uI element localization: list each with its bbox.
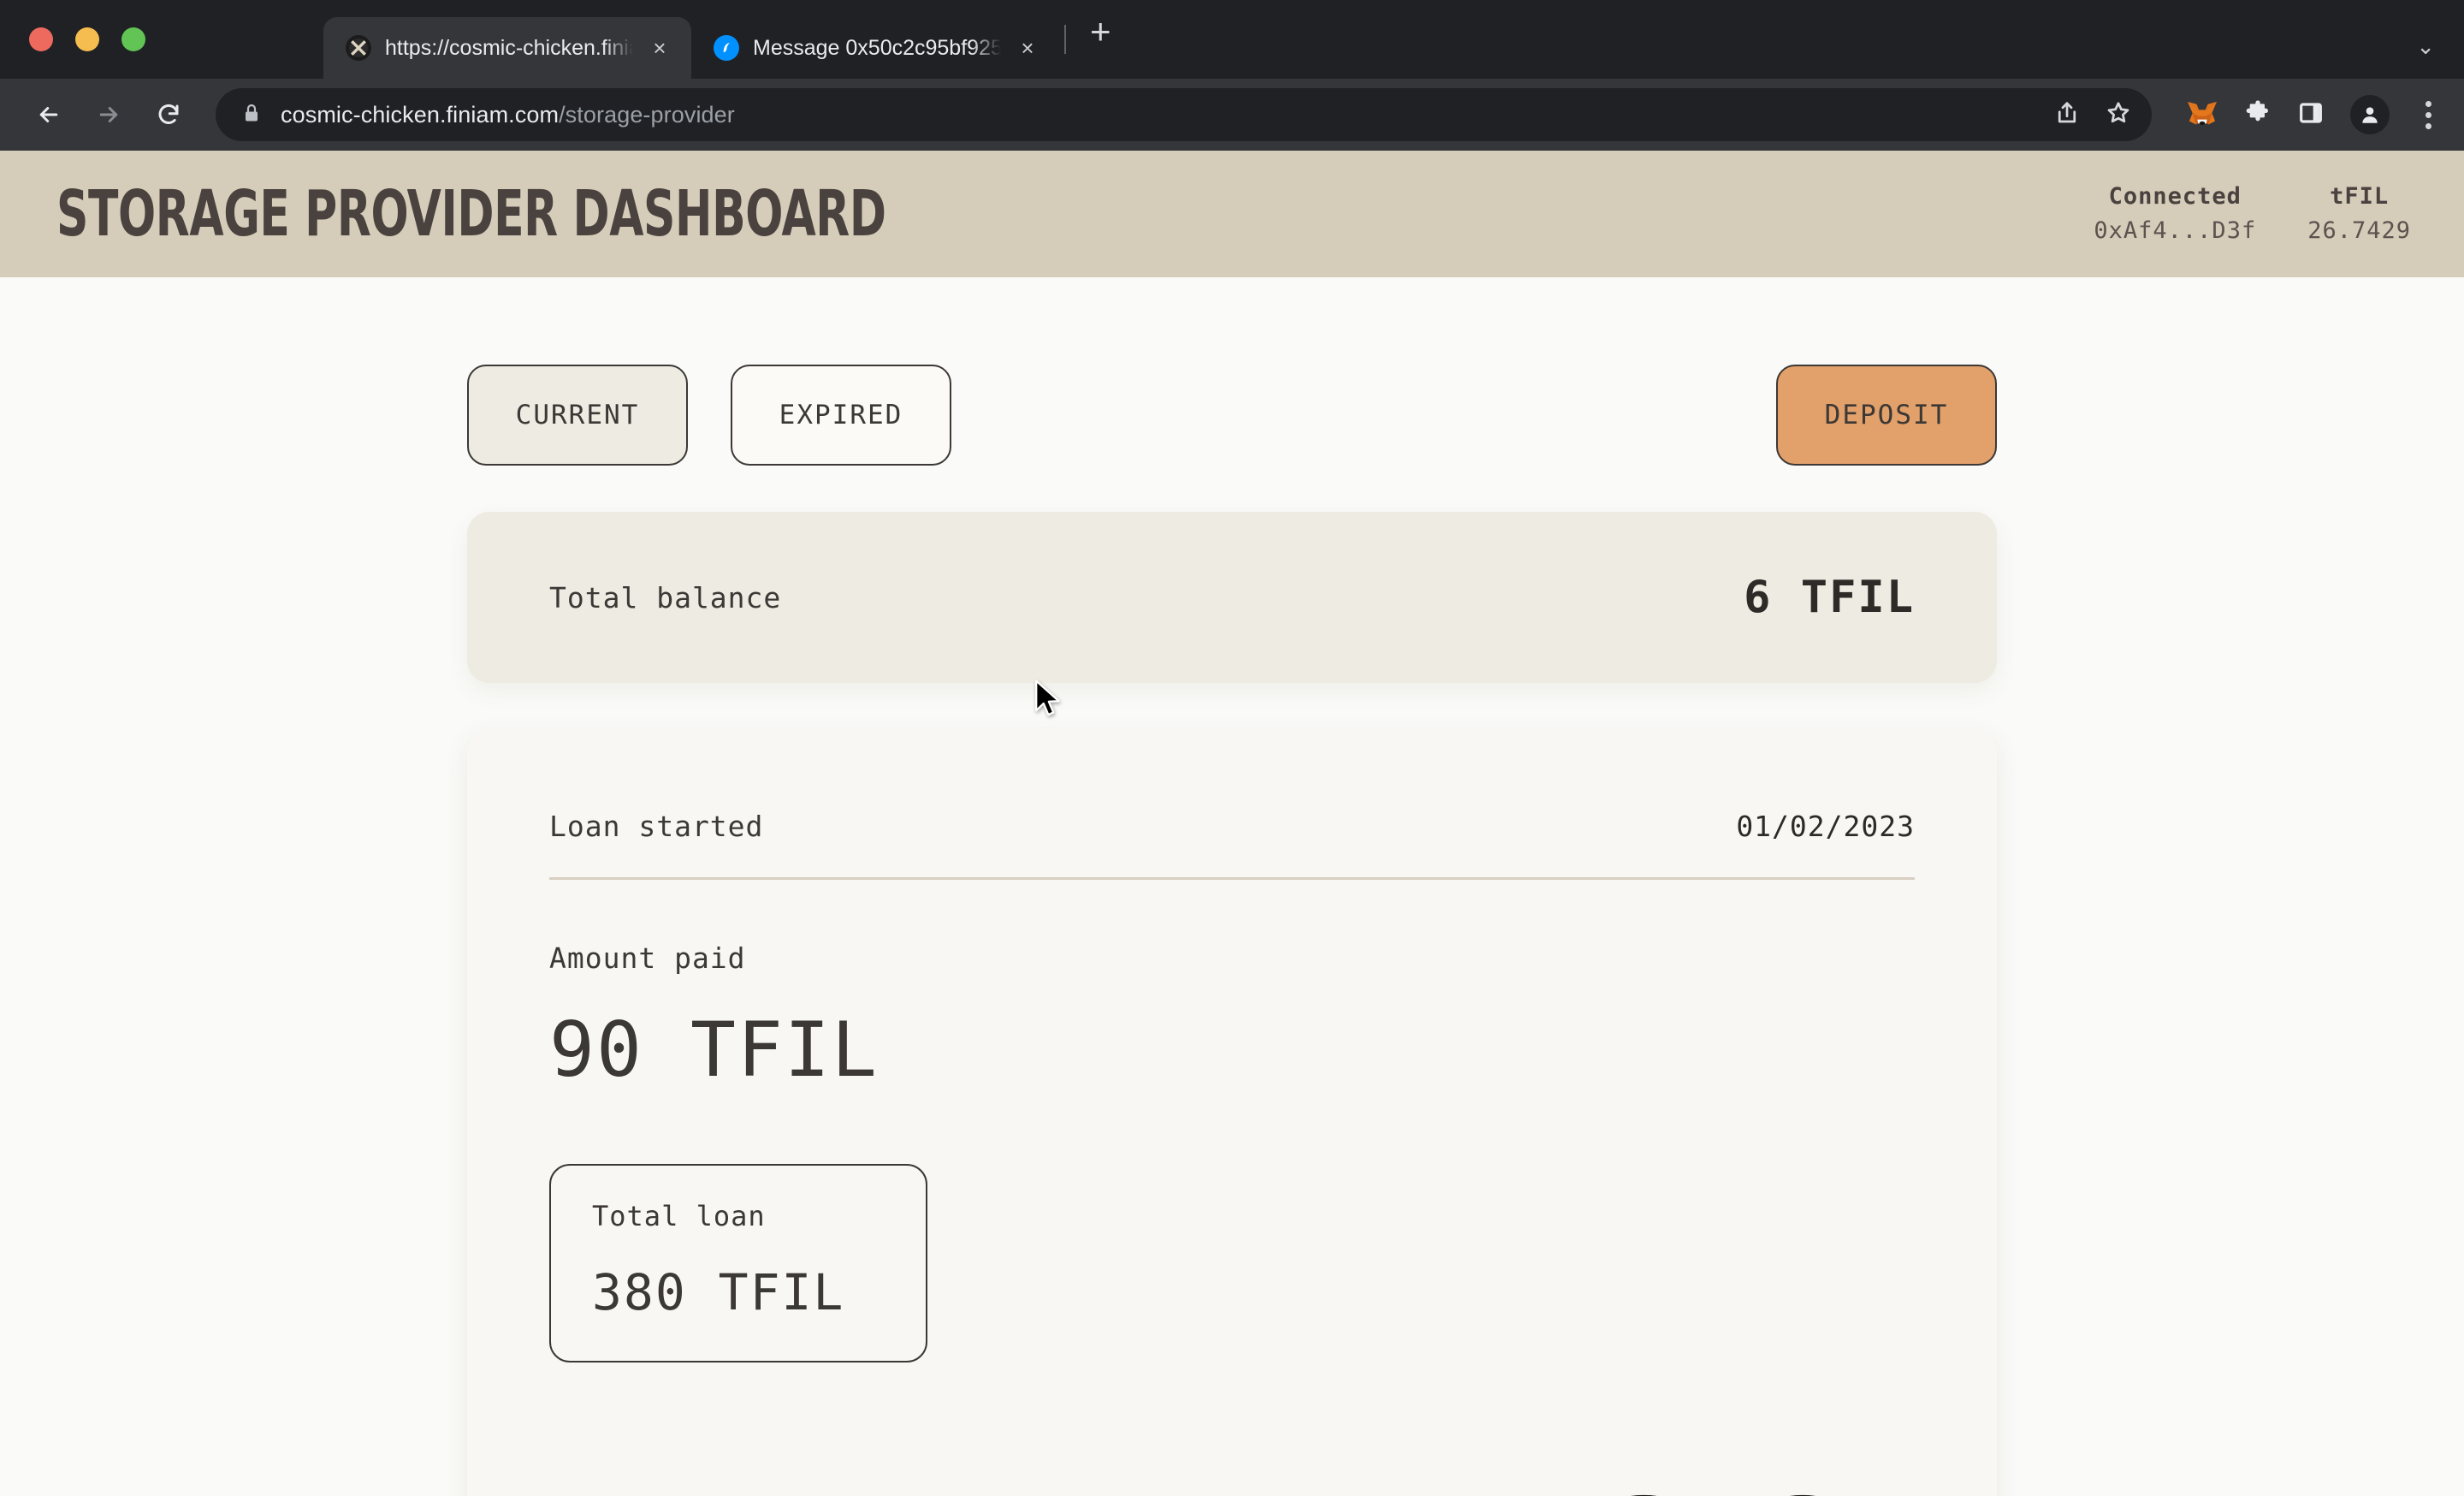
total-loan-box: Total loan 380 TFIL	[549, 1164, 927, 1362]
wallet-status-label: Connected	[2108, 182, 2242, 210]
maximize-window-button[interactable]	[121, 27, 145, 51]
page-content: CURRENT EXPIRED DEPOSIT Total balance 6 …	[0, 277, 2464, 1496]
amount-paid-value: 90 TFIL	[549, 1006, 879, 1094]
chevron-down-icon[interactable]: ⌄	[2416, 33, 2435, 60]
action-bar: CURRENT EXPIRED DEPOSIT	[467, 277, 1997, 466]
total-balance-value: 6 TFIL	[1744, 572, 1915, 623]
amount-paid-block: Amount paid 90 TFIL	[549, 880, 1915, 1094]
browser-tab-1[interactable]: https://cosmic-chicken.finiam.c ×	[323, 17, 691, 79]
loan-card: Loan started 01/02/2023 Amount paid 90 T…	[467, 729, 1997, 1496]
total-balance-card: Total balance 6 TFIL	[467, 512, 1997, 683]
app-header: STORAGE PROVIDER DASHBOARD Connected 0xA…	[0, 151, 2464, 277]
lock-icon	[241, 102, 262, 128]
reload-button[interactable]	[142, 88, 195, 141]
total-balance-label: Total balance	[549, 580, 782, 614]
omnibox-actions	[2054, 100, 2131, 129]
url-domain: cosmic-chicken.finiam.com	[281, 101, 560, 128]
page-title: STORAGE PROVIDER DASHBOARD	[56, 177, 886, 251]
browser-menu-icon[interactable]	[2415, 96, 2442, 134]
close-icon[interactable]: ×	[1015, 37, 1040, 59]
profile-avatar[interactable]	[2350, 95, 2390, 134]
close-icon[interactable]: ×	[647, 37, 672, 59]
tab-strip: https://cosmic-chicken.finiam.c × Messag…	[0, 0, 2464, 79]
page-viewport: STORAGE PROVIDER DASHBOARD Connected 0xA…	[0, 151, 2464, 1496]
wallet-address: 0xAf4...D3f	[2094, 217, 2257, 244]
bookmark-star-icon[interactable]	[2106, 100, 2131, 129]
minimize-window-button[interactable]	[75, 27, 99, 51]
token-symbol-label: tFIL	[2330, 182, 2390, 210]
wallet-connection[interactable]: Connected 0xAf4...D3f	[2094, 180, 2256, 249]
tab-divider	[1064, 25, 1066, 54]
window-traffic-lights	[29, 27, 145, 51]
deposit-button[interactable]: DEPOSIT	[1776, 365, 1997, 466]
browser-tab-2[interactable]: Message 0x50c2c95bf925369 ×	[691, 17, 1059, 79]
loan-started-label: Loan started	[549, 810, 764, 843]
token-amount: 26.7429	[2307, 217, 2411, 244]
tab-title: Message 0x50c2c95bf925369	[753, 35, 1001, 60]
browser-toolbar: cosmic-chicken.finiam.com/storage-provid…	[0, 79, 2464, 151]
globe-geodesic-icon	[346, 35, 371, 61]
wallet-balance: tFIL 26.7429	[2307, 180, 2411, 249]
amount-paid-label: Amount paid	[549, 941, 746, 975]
extensions-puzzle-icon[interactable]	[2244, 99, 2272, 130]
tab-list: https://cosmic-chicken.finiam.c × Messag…	[323, 0, 1111, 79]
tab-expired[interactable]: EXPIRED	[731, 365, 951, 466]
tab-current[interactable]: CURRENT	[467, 365, 688, 466]
url-path: /storage-provider	[559, 101, 735, 128]
total-loan-value: 380 TFIL	[592, 1263, 845, 1321]
side-panel-icon[interactable]	[2297, 99, 2325, 130]
striped-coin-icon	[1704, 1489, 1901, 1496]
coin-illustration	[1545, 1489, 1901, 1496]
tab-title: https://cosmic-chicken.finiam.c	[385, 35, 633, 60]
loan-started-row: Loan started 01/02/2023	[549, 781, 1915, 877]
close-window-button[interactable]	[29, 27, 53, 51]
forward-button[interactable]	[82, 88, 135, 141]
share-icon[interactable]	[2054, 100, 2080, 129]
metamask-icon[interactable]	[2186, 100, 2218, 129]
back-button[interactable]	[22, 88, 75, 141]
toolbar-icons	[2172, 95, 2442, 134]
total-loan-label: Total loan	[592, 1200, 766, 1232]
address-bar[interactable]: cosmic-chicken.finiam.com/storage-provid…	[216, 88, 2152, 141]
filecoin-icon	[714, 35, 739, 61]
url-text: cosmic-chicken.finiam.com/storage-provid…	[281, 102, 735, 128]
browser-window: https://cosmic-chicken.finiam.c × Messag…	[0, 0, 2464, 1496]
loan-started-value: 01/02/2023	[1736, 810, 1915, 843]
new-tab-button[interactable]: +	[1090, 14, 1111, 50]
wallet-status: Connected 0xAf4...D3f tFIL 26.7429	[2094, 180, 2411, 249]
